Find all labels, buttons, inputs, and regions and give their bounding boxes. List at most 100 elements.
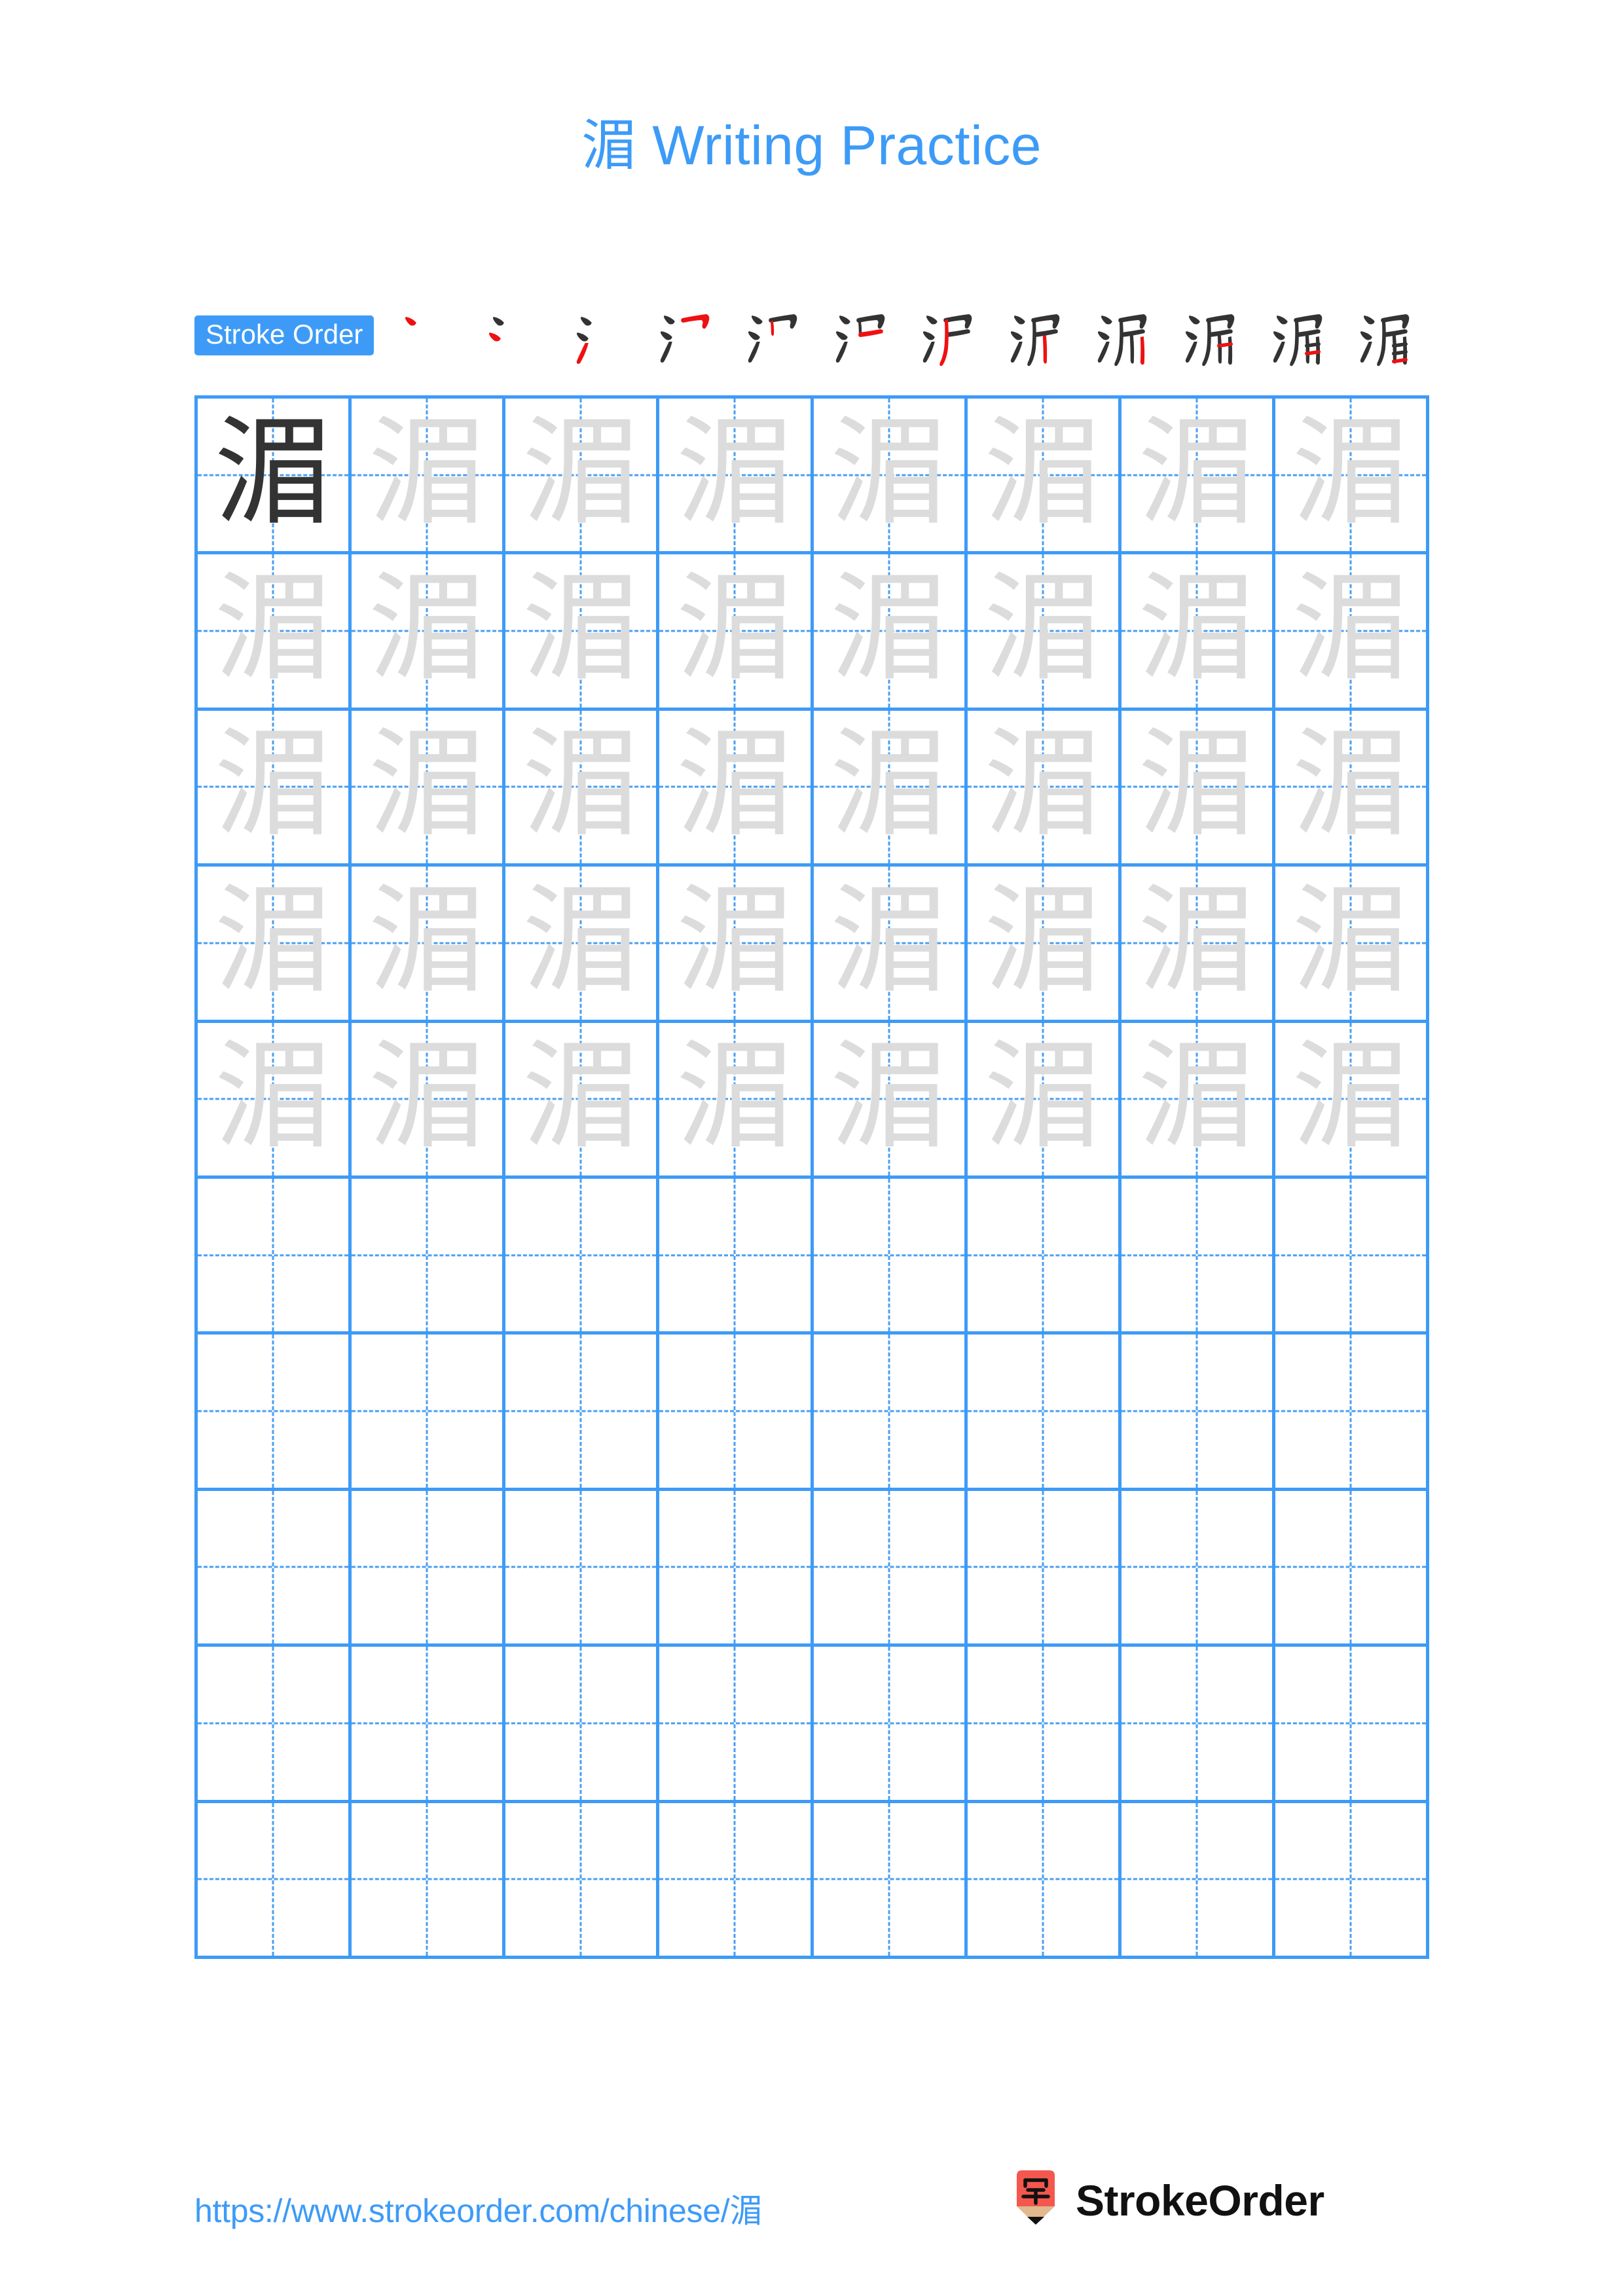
trace-character: 湄 [368, 872, 486, 1009]
practice-cell[interactable] [967, 1335, 1122, 1491]
practice-cell[interactable] [1275, 1335, 1429, 1491]
practice-cell[interactable]: 湄 [198, 554, 352, 711]
practice-cell[interactable]: 湄 [1121, 554, 1275, 711]
practice-cell[interactable] [505, 1178, 660, 1335]
practice-cell[interactable]: 湄 [659, 710, 814, 867]
practice-cell[interactable] [352, 1335, 506, 1491]
practice-cell[interactable]: 湄 [352, 867, 506, 1023]
practice-cell[interactable]: 湄 [659, 867, 814, 1023]
practice-cell[interactable] [505, 1335, 660, 1491]
practice-cell[interactable]: 湄 [1121, 867, 1275, 1023]
stroke-order-section: Stroke Order [194, 302, 1432, 368]
stroke-step-7-icon [922, 314, 972, 367]
practice-cell[interactable] [198, 1490, 352, 1647]
practice-cell[interactable]: 湄 [198, 399, 352, 555]
trace-character: 湄 [830, 560, 948, 698]
practice-cell[interactable]: 湄 [967, 399, 1122, 555]
practice-cell[interactable]: 湄 [352, 1022, 506, 1179]
practice-cell[interactable]: 湄 [1121, 1022, 1275, 1179]
practice-cell[interactable] [1121, 1178, 1275, 1335]
footer-url[interactable]: https://www.strokeorder.com/chinese/湄 [194, 2185, 762, 2232]
practice-cell[interactable]: 湄 [967, 554, 1122, 711]
practice-cell[interactable] [1121, 1335, 1275, 1491]
practice-cell[interactable] [198, 1803, 352, 1959]
brand-name: StrokeOrder [1076, 2176, 1324, 2225]
trace-character: 湄 [368, 1028, 486, 1166]
practice-cell[interactable]: 湄 [352, 710, 506, 867]
practice-cell[interactable]: 湄 [352, 554, 506, 711]
practice-cell[interactable] [352, 1647, 506, 1803]
practice-cell[interactable]: 湄 [1275, 1022, 1429, 1179]
stroke-step-3-icon [576, 317, 592, 364]
practice-cell[interactable]: 湄 [198, 867, 352, 1023]
trace-character: 湄 [522, 404, 640, 541]
stroke-order-badge: Stroke Order [194, 315, 374, 355]
practice-cell[interactable] [198, 1178, 352, 1335]
stroke-order-step-list [382, 302, 1432, 368]
practice-cell[interactable]: 湄 [198, 710, 352, 867]
practice-cell[interactable] [198, 1335, 352, 1491]
practice-cell[interactable] [352, 1803, 506, 1959]
practice-cell[interactable]: 湄 [352, 399, 506, 555]
practice-cell[interactable]: 湄 [659, 399, 814, 555]
practice-cell[interactable]: 湄 [1275, 554, 1429, 711]
practice-cell[interactable] [1275, 1803, 1429, 1959]
practice-cell[interactable]: 湄 [659, 554, 814, 711]
practice-cell[interactable]: 湄 [1121, 710, 1275, 867]
practice-cell[interactable] [967, 1647, 1122, 1803]
practice-cell[interactable]: 湄 [505, 554, 660, 711]
practice-cell[interactable] [1121, 1647, 1275, 1803]
stroke-step-4-icon [661, 314, 710, 363]
practice-cell[interactable] [659, 1335, 814, 1491]
stroke-step-4 [644, 302, 732, 368]
practice-cell[interactable] [352, 1490, 506, 1647]
trace-character: 湄 [522, 1028, 640, 1166]
practice-cell[interactable] [198, 1647, 352, 1803]
practice-cell[interactable]: 湄 [659, 1022, 814, 1179]
practice-cell[interactable]: 湄 [1275, 867, 1429, 1023]
footer-brand[interactable]: StrokeOrder [1012, 2170, 1324, 2231]
stroke-step-10 [1169, 302, 1257, 368]
practice-cell[interactable] [505, 1647, 660, 1803]
practice-cell[interactable] [352, 1178, 506, 1335]
practice-cell[interactable]: 湄 [505, 399, 660, 555]
practice-cell[interactable]: 湄 [1275, 399, 1429, 555]
practice-cell[interactable] [1121, 1803, 1275, 1959]
practice-cell[interactable] [967, 1803, 1122, 1959]
practice-cell[interactable] [1121, 1490, 1275, 1647]
practice-cell[interactable]: 湄 [1275, 710, 1429, 867]
practice-cell[interactable]: 湄 [967, 710, 1122, 867]
trace-character: 湄 [1291, 1028, 1410, 1166]
practice-cell[interactable]: 湄 [505, 867, 660, 1023]
practice-cell[interactable]: 湄 [967, 867, 1122, 1023]
practice-cell[interactable] [813, 1490, 968, 1647]
practice-cell[interactable] [813, 1803, 968, 1959]
practice-cell[interactable] [813, 1647, 968, 1803]
practice-cell[interactable]: 湄 [505, 1022, 660, 1179]
practice-cell[interactable] [659, 1490, 814, 1647]
practice-cell[interactable]: 湄 [813, 867, 968, 1023]
practice-cell[interactable] [659, 1178, 814, 1335]
practice-cell[interactable] [813, 1335, 968, 1491]
practice-cell[interactable]: 湄 [1121, 399, 1275, 555]
practice-cell[interactable] [505, 1490, 660, 1647]
practice-cell[interactable]: 湄 [813, 1022, 968, 1179]
page-title-text: Writing Practice [636, 115, 1042, 176]
practice-cell[interactable] [1275, 1490, 1429, 1647]
practice-cell[interactable]: 湄 [967, 1022, 1122, 1179]
practice-cell[interactable]: 湄 [505, 710, 660, 867]
pencil-logo-icon [1017, 2170, 1055, 2225]
practice-cell[interactable]: 湄 [198, 1022, 352, 1179]
practice-cell[interactable]: 湄 [813, 710, 968, 867]
practice-cell[interactable] [813, 1178, 968, 1335]
practice-cell[interactable]: 湄 [813, 554, 968, 711]
practice-cell[interactable] [505, 1803, 660, 1959]
practice-cell[interactable] [659, 1803, 814, 1959]
trace-character: 湄 [1291, 560, 1410, 698]
practice-cell[interactable]: 湄 [813, 399, 968, 555]
practice-cell[interactable] [659, 1647, 814, 1803]
practice-cell[interactable] [967, 1178, 1122, 1335]
practice-cell[interactable] [1275, 1647, 1429, 1803]
practice-cell[interactable] [967, 1490, 1122, 1647]
practice-cell[interactable] [1275, 1178, 1429, 1335]
